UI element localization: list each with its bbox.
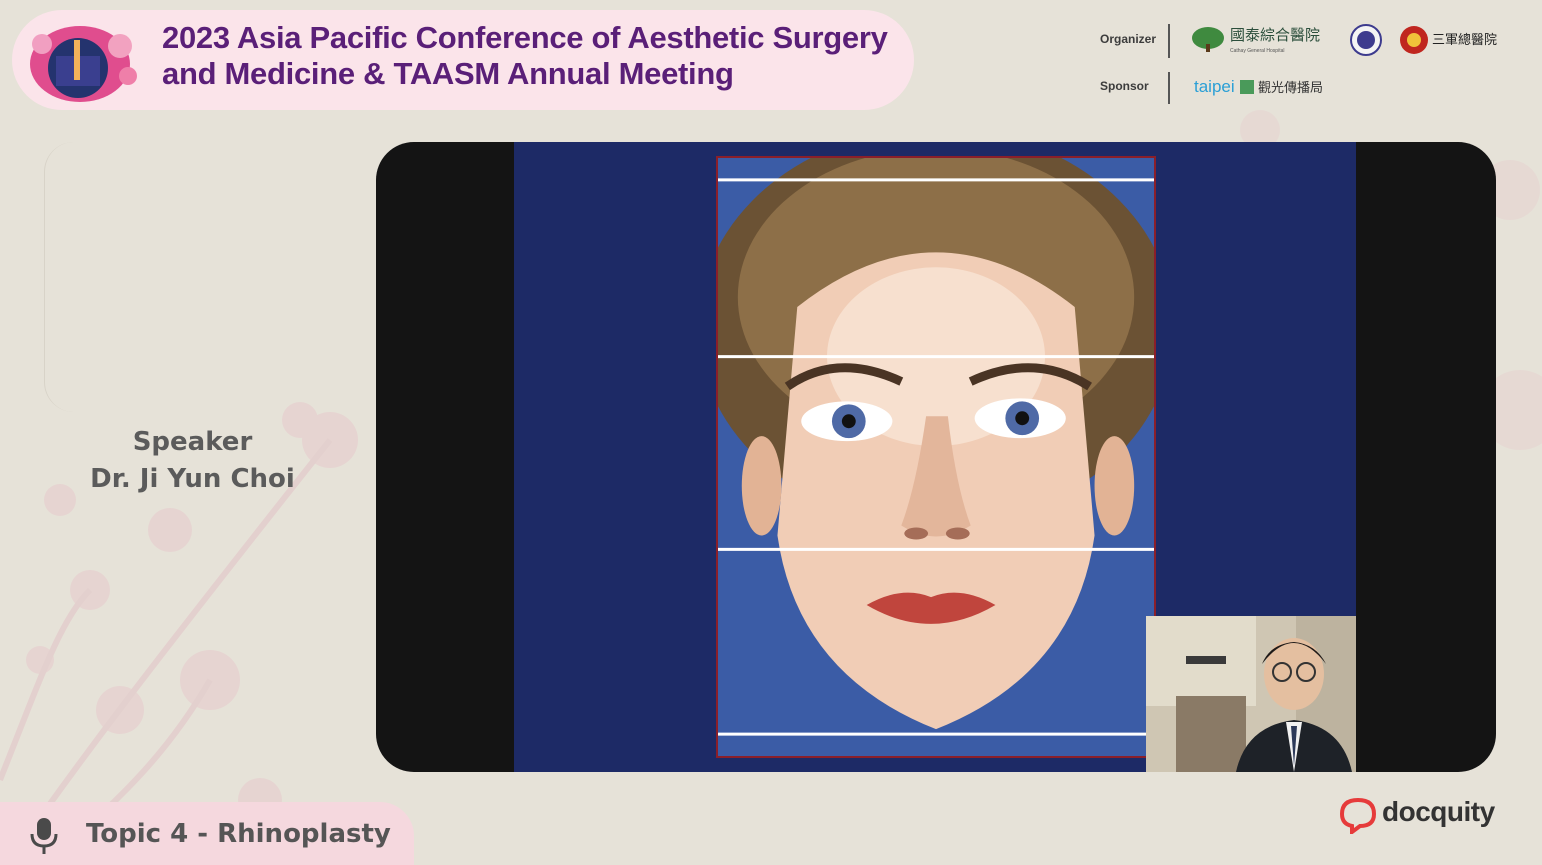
organizer-sponsor-block: Organizer 國泰綜合醫院 Cathay General Hospital… xyxy=(1090,18,1510,110)
taipei-logo: taipei xyxy=(1194,77,1235,96)
divider xyxy=(1168,72,1170,104)
title-line-2: and Medicine & TAASM Annual Meeting xyxy=(162,56,734,91)
docquity-logo: docquity xyxy=(1338,794,1508,834)
docquity-wordmark: docquity xyxy=(1382,796,1495,827)
topic-title: Topic 4 - Rhinoplasty xyxy=(86,819,391,849)
face-proportion-illustration xyxy=(716,156,1156,758)
presentation-slide xyxy=(376,142,1496,772)
microphone-icon xyxy=(30,818,58,854)
topic-bar: Topic 4 - Rhinoplasty xyxy=(0,802,414,865)
presenter-webcam xyxy=(1146,616,1356,772)
organizer-third-name: 三軍總醫院 xyxy=(1432,32,1497,48)
sponsor-label: Sponsor xyxy=(1100,79,1149,93)
speaker-video-placeholder xyxy=(44,142,345,412)
organizer-hospital-english: Cathay General Hospital xyxy=(1230,48,1284,54)
conference-logo xyxy=(30,26,137,102)
organizer-hospital-name: 國泰綜合醫院 xyxy=(1230,26,1320,44)
docquity-icon xyxy=(1339,797,1377,834)
organizer-logos: 國泰綜合醫院 Cathay General Hospital 三軍總醫院 xyxy=(1192,24,1497,56)
speaker-label: Speaker xyxy=(132,427,253,457)
title-line-1: 2023 Asia Pacific Conference of Aestheti… xyxy=(162,20,888,55)
divider xyxy=(1168,24,1170,58)
conference-title: 2023 Asia Pacific Conference of Aestheti… xyxy=(162,20,888,92)
speaker-info: Speaker Dr. Ji Yun Choi xyxy=(40,424,345,498)
sponsor-logos: taipei 觀光傳播局 xyxy=(1194,77,1323,96)
tourism-bureau-logo: 觀光傳播局 xyxy=(1258,81,1323,96)
speaker-name: Dr. Ji Yun Choi xyxy=(90,464,295,494)
organizer-label: Organizer xyxy=(1100,32,1157,46)
